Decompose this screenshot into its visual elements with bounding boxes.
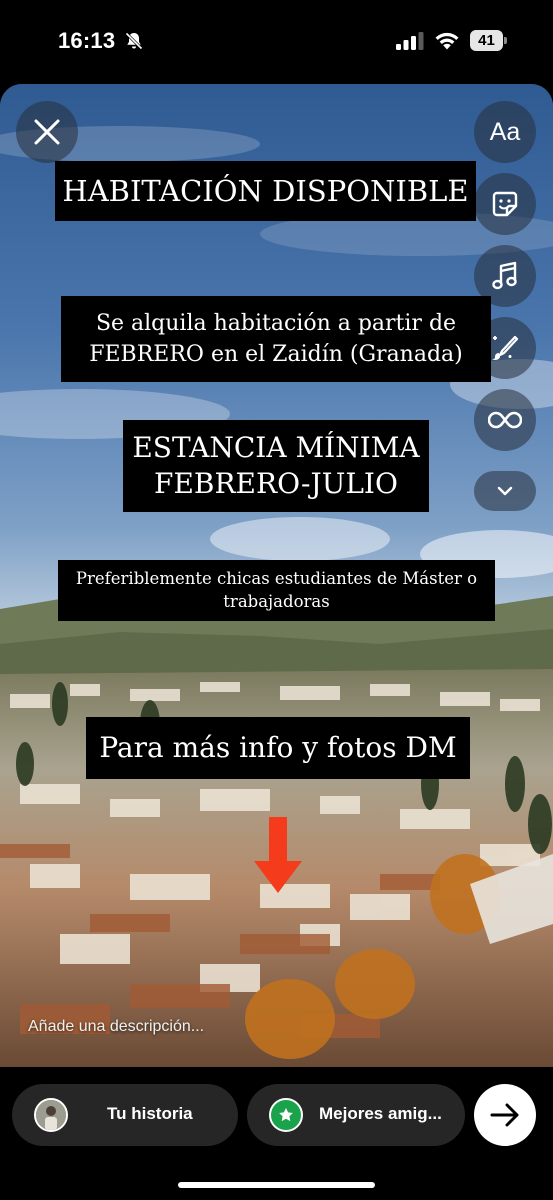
bell-slash-icon [125, 32, 143, 50]
red-arrow-icon[interactable] [252, 817, 304, 894]
arrow-right-icon [490, 1103, 519, 1127]
battery-icon: 41 [470, 30, 508, 52]
status-time: 16:13 [58, 28, 116, 53]
text-tool-button[interactable]: Aa [474, 101, 536, 163]
music-icon [492, 261, 517, 290]
caption-preference-line-1: Preferiblemente chicas estudiantes de Má… [75, 569, 478, 588]
close-button[interactable] [16, 101, 78, 163]
draw-icon [492, 335, 519, 360]
star-icon [279, 1108, 293, 1122]
caption-minimum-stay-line-1: ESTANCIA MÍNIMA [132, 431, 420, 464]
your-story-label: Tu historia [107, 1104, 193, 1123]
caption-contact[interactable]: Para más info y fotos DM [86, 717, 470, 779]
close-friends-badge [269, 1098, 303, 1132]
share-bar: Tu historia Mejores amig... [0, 1067, 553, 1200]
close-friends-label: Mejores amig... [319, 1104, 442, 1123]
caption-minimum-stay-line-2: FEBRERO-JULIO [154, 467, 398, 500]
sticker-icon [492, 191, 518, 217]
more-tools-button[interactable] [474, 471, 536, 511]
avatar-photo [36, 1100, 66, 1130]
wifi-icon [435, 32, 459, 50]
battery-level: 41 [470, 30, 503, 51]
story-editor[interactable]: Aa HABITACIÓN DISPONIBLE Se alquila habi… [0, 84, 553, 1067]
chevron-down-icon [497, 486, 513, 496]
your-story-button[interactable]: Tu historia [12, 1084, 238, 1146]
sticker-tool-button[interactable] [474, 173, 536, 235]
boomerang-icon [488, 411, 522, 429]
close-friends-button[interactable]: Mejores amig... [247, 1084, 465, 1146]
status-bar: 16:13 41 [0, 0, 553, 84]
boomerang-tool-button[interactable] [474, 389, 536, 451]
signal-icon [396, 32, 424, 50]
avatar [34, 1098, 68, 1132]
battery-cap [504, 37, 507, 44]
caption-minimum-stay[interactable]: ESTANCIA MÍNIMA FEBRERO-JULIO [123, 420, 429, 512]
home-indicator[interactable] [178, 1182, 375, 1188]
close-icon [34, 119, 60, 145]
description-input[interactable]: Añade una descripción... [28, 1018, 204, 1036]
text-icon: Aa [489, 117, 521, 146]
caption-rental-line-2: FEBRERO en el Zaidín (Granada) [89, 342, 463, 367]
caption-rental-line-1: Se alquila habitación a partir de [95, 311, 457, 336]
caption-rental[interactable]: Se alquila habitación a partir de FEBRER… [61, 296, 491, 382]
caption-preference[interactable]: Preferiblemente chicas estudiantes de Má… [58, 560, 495, 621]
caption-preference-line-2: trabajadoras [223, 592, 330, 611]
send-button[interactable] [474, 1084, 536, 1146]
caption-title[interactable]: HABITACIÓN DISPONIBLE [55, 161, 476, 221]
